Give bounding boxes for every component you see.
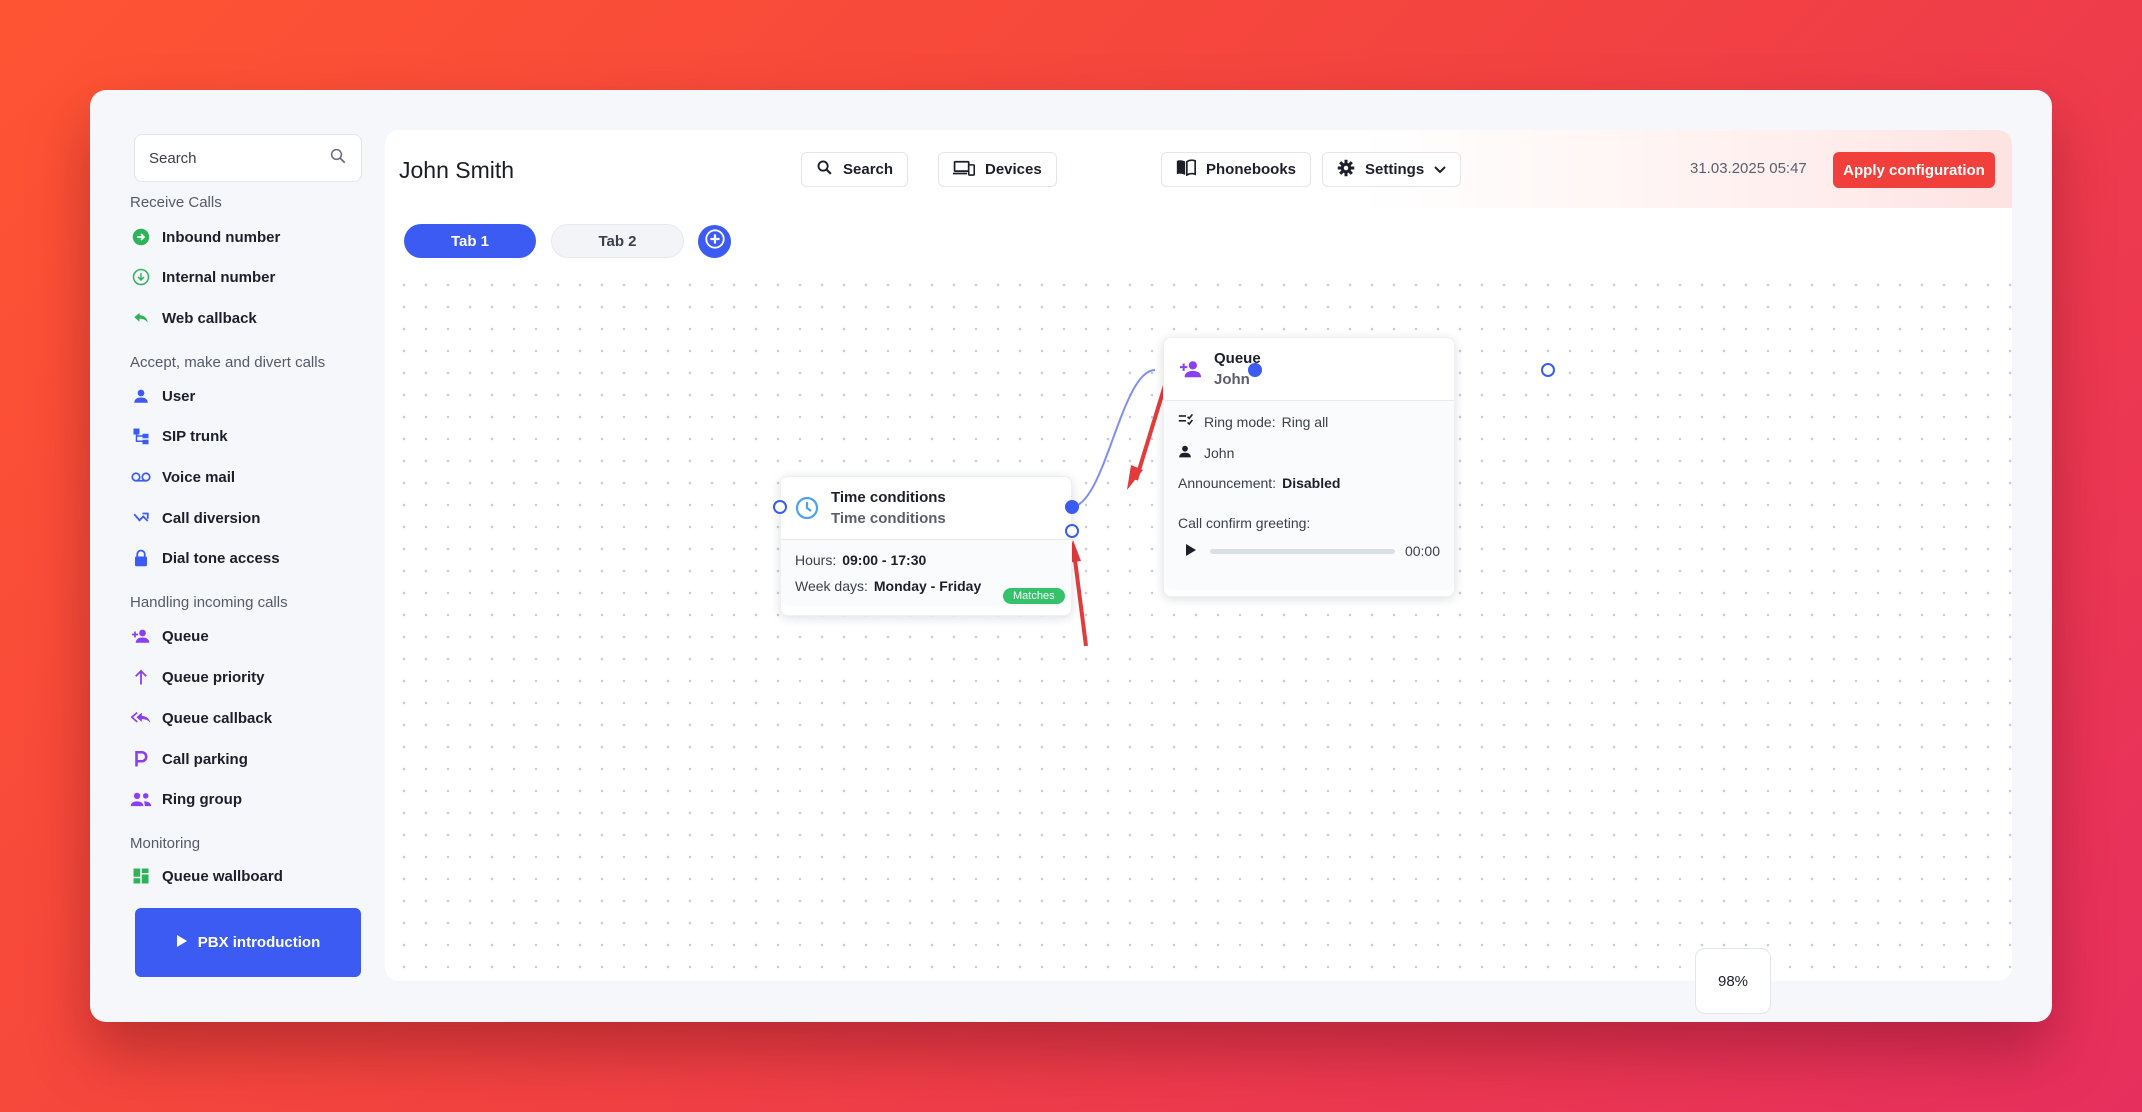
node-title: Time conditions bbox=[831, 489, 946, 506]
ring-mode-row: Ring mode: Ring all bbox=[1178, 413, 1440, 430]
sidebar-item-web-callback[interactable]: Web callback bbox=[130, 303, 257, 333]
sidebar-item-queue[interactable]: Queue bbox=[130, 621, 209, 651]
reply-all-icon bbox=[130, 707, 152, 729]
lock-icon bbox=[130, 547, 152, 569]
sidebar-item-queue-callback[interactable]: Queue callback bbox=[130, 703, 272, 733]
sidebar-item-label: Ring group bbox=[162, 790, 242, 808]
dashboard-icon bbox=[130, 865, 152, 887]
arrow-circle-down-icon bbox=[130, 266, 152, 288]
ring-mode-label: Ring mode: bbox=[1204, 413, 1276, 430]
member-row: John bbox=[1178, 444, 1440, 461]
divert-icon bbox=[130, 507, 152, 529]
node-header: Queue John bbox=[1164, 338, 1454, 400]
user-icon bbox=[130, 385, 152, 407]
sidebar-item-internal-number[interactable]: Internal number bbox=[130, 262, 275, 292]
node-queue[interactable]: Queue John Ring mode: Ring all John Anno… bbox=[1163, 337, 1455, 597]
sidebar-item-user[interactable]: User bbox=[130, 381, 195, 411]
sip-trunk-icon bbox=[130, 425, 152, 447]
time-conditions-else-port[interactable] bbox=[1065, 524, 1079, 538]
sidebar-item-inbound-number[interactable]: Inbound number bbox=[130, 222, 280, 252]
node-subtitle: Time conditions bbox=[831, 510, 946, 527]
section-receive-calls: Receive Calls bbox=[130, 194, 222, 211]
user-add-icon bbox=[130, 625, 152, 647]
sidebar-item-label: Queue callback bbox=[162, 709, 273, 727]
announcement-value: Disabled bbox=[1282, 475, 1341, 491]
pbx-introduction-label: PBX introduction bbox=[197, 934, 321, 951]
section-handling-incoming: Handling incoming calls bbox=[130, 594, 288, 611]
section-accept-make-divert: Accept, make and divert calls bbox=[130, 354, 326, 371]
announcement-label: Announcement: bbox=[1178, 475, 1277, 491]
sidebar-item-call-parking[interactable]: Call parking bbox=[130, 744, 248, 774]
node-header: Time conditions Time conditions bbox=[781, 477, 1071, 539]
play-icon[interactable] bbox=[1186, 543, 1196, 559]
weekdays-label: Week days: bbox=[795, 578, 868, 594]
voicemail-icon bbox=[130, 466, 152, 488]
queue-output-port[interactable] bbox=[1541, 363, 1555, 377]
pbx-introduction-button[interactable]: PBX introduction bbox=[135, 908, 361, 977]
clock-icon bbox=[795, 496, 819, 525]
user-add-icon bbox=[1178, 358, 1204, 385]
edge-matches-to-queue bbox=[1070, 369, 1156, 508]
sidebar-item-label: Voice mail bbox=[162, 468, 236, 486]
app-window: Search Receive Calls Inbound number Inte… bbox=[90, 90, 2052, 1022]
weekdays-value: Monday - Friday bbox=[873, 578, 982, 594]
sidebar-item-sip-trunk[interactable]: SIP trunk bbox=[130, 421, 228, 451]
sidebar-item-queue-wallboard[interactable]: Queue wallboard bbox=[130, 861, 283, 891]
annotation-arrow bbox=[1127, 381, 1168, 490]
sidebar-search-input[interactable]: Search bbox=[134, 134, 362, 182]
audio-player: 00:00 bbox=[1178, 543, 1440, 559]
hours-value: 09:00 - 17:30 bbox=[842, 552, 927, 568]
sidebar-item-label: User bbox=[162, 387, 196, 405]
sidebar-item-label: Call diversion bbox=[162, 509, 261, 527]
sidebar-item-call-diversion[interactable]: Call diversion bbox=[130, 503, 260, 533]
time-conditions-input-port[interactable] bbox=[773, 500, 787, 514]
checklist-icon bbox=[1178, 413, 1194, 430]
audio-progress-bar[interactable] bbox=[1210, 548, 1395, 554]
audio-time: 00:00 bbox=[1404, 543, 1440, 559]
sidebar-item-label: Inbound number bbox=[162, 228, 281, 246]
arrow-circle-in-icon bbox=[130, 226, 152, 248]
parking-icon bbox=[130, 748, 152, 770]
queue-member: John bbox=[1204, 444, 1235, 461]
sidebar-item-label: SIP trunk bbox=[162, 427, 228, 445]
sidebar-item-label: Call parking bbox=[162, 750, 248, 768]
matches-badge: Matches bbox=[1003, 588, 1065, 604]
hours-label: Hours: bbox=[795, 552, 837, 568]
sidebar-search-label: Search bbox=[149, 149, 197, 167]
zoom-level[interactable]: 98% bbox=[1695, 948, 1771, 1014]
sidebar: Search Receive Calls Inbound number Inte… bbox=[90, 90, 390, 1022]
play-icon bbox=[176, 934, 188, 952]
node-body: Ring mode: Ring all John Announcement: Di… bbox=[1164, 400, 1454, 590]
sidebar-item-queue-priority[interactable]: Queue priority bbox=[130, 662, 265, 692]
arrow-up-icon bbox=[130, 666, 152, 688]
user-icon bbox=[1178, 444, 1192, 461]
reply-icon bbox=[130, 307, 152, 329]
queue-input-port[interactable] bbox=[1248, 363, 1262, 377]
sidebar-item-label: Dial tone access bbox=[162, 549, 280, 567]
greeting-label: Call confirm greeting: bbox=[1178, 515, 1311, 531]
sidebar-item-label: Queue bbox=[162, 627, 209, 645]
sidebar-item-label: Internal number bbox=[162, 268, 276, 286]
sidebar-item-voice-mail[interactable]: Voice mail bbox=[130, 462, 235, 492]
sidebar-item-label: Queue priority bbox=[162, 668, 265, 686]
sidebar-item-label: Web callback bbox=[162, 309, 257, 327]
sidebar-item-dial-tone-access[interactable]: Dial tone access bbox=[130, 543, 280, 573]
section-monitoring: Monitoring bbox=[130, 835, 201, 852]
search-icon bbox=[329, 147, 347, 169]
sidebar-item-ring-group[interactable]: Ring group bbox=[130, 784, 242, 814]
time-conditions-matches-port[interactable] bbox=[1065, 500, 1079, 514]
ring-mode-value: Ring all bbox=[1281, 413, 1329, 430]
group-icon bbox=[130, 788, 152, 810]
main-panel: John Smith Search Devices Phonebooks Set… bbox=[385, 130, 2012, 981]
sidebar-item-label: Queue wallboard bbox=[162, 867, 283, 885]
